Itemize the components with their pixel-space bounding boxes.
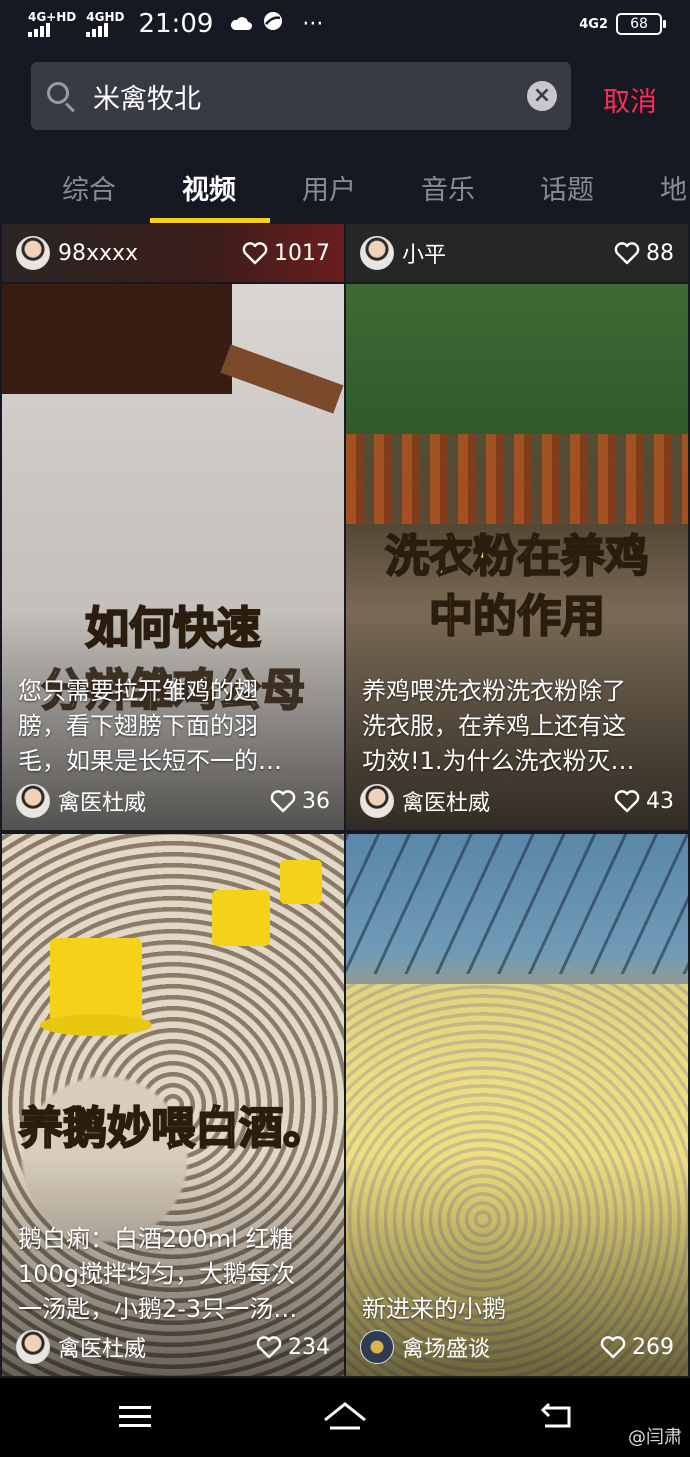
watermark: @闫肃 <box>628 1427 682 1448</box>
heart-icon <box>600 1336 626 1359</box>
search-box[interactable]: 米禽牧北 × <box>31 62 571 130</box>
clear-search-icon[interactable]: × <box>527 81 557 111</box>
signal-sim2-icon: 4GHD <box>86 11 124 37</box>
heart-icon <box>614 242 640 265</box>
home-icon[interactable] <box>320 1396 370 1438</box>
video-card[interactable]: 新进来的小鹅 禽场盛谈 269 <box>346 834 688 1376</box>
author-name[interactable]: 98xxxx <box>58 241 138 266</box>
video-description: 鹅白痢：白酒200ml 红糖 100g搅拌均匀，大鹅每次 一汤匙，小鹅2-3只一… <box>18 1225 298 1323</box>
heart-icon <box>614 790 640 813</box>
heart-icon <box>256 1336 282 1359</box>
avatar[interactable] <box>16 784 50 818</box>
author-name[interactable]: 禽场盛谈 <box>402 1331 490 1363</box>
menu-icon[interactable] <box>110 1396 160 1438</box>
like-count-value: 234 <box>288 1334 330 1360</box>
author-name[interactable]: 禽医杜威 <box>402 785 490 817</box>
search-tabs: 综合 视频 用户 音乐 话题 地 <box>0 152 690 224</box>
cloud-icon <box>231 17 253 30</box>
notification-icons <box>229 10 284 38</box>
signal-sim1-icon: 4G+HD <box>28 11 76 37</box>
like-count-value: 88 <box>646 240 674 266</box>
browser-icon <box>264 12 283 30</box>
author-name[interactable]: 小平 <box>402 237 446 269</box>
tab-music[interactable]: 音乐 <box>421 168 475 207</box>
tab-video[interactable]: 视频 <box>182 168 236 207</box>
battery-level: 68 <box>630 16 648 32</box>
like-count: 36 <box>270 789 330 814</box>
sim2-network-icon: 4G2 <box>579 16 608 32</box>
status-bar: 4G+HD 4GHD 21:09 ··· 4G2 68 <box>0 0 690 48</box>
back-icon[interactable] <box>530 1396 580 1438</box>
video-card-top-left[interactable]: 98xxxx 1017 <box>2 224 344 282</box>
like-count-value: 36 <box>302 788 330 814</box>
tab-general[interactable]: 综合 <box>62 168 116 207</box>
video-overlay-title: 养鹅妙喂白酒。 <box>18 1102 328 1155</box>
video-card[interactable]: 如何快速 分辨雏鸡公母 您只需要拉开雏鸡的翅 膀，看下翅膀下面的羽 毛，如果是长… <box>2 284 344 830</box>
like-count: 88 <box>614 241 674 266</box>
like-count-value: 43 <box>646 788 674 814</box>
avatar[interactable] <box>360 236 394 270</box>
card-footer: 禽医杜威 43 <box>360 782 674 820</box>
tab-location[interactable]: 地 <box>660 168 687 207</box>
network-type-1: 4G+HD <box>28 10 77 24</box>
card-footer: 禽医杜威 234 <box>16 1328 330 1366</box>
video-overlay-title: 洗衣粉在养鸡 <box>384 530 650 583</box>
video-overlay-title: 如何快速 <box>84 602 262 655</box>
tab-users[interactable]: 用户 <box>302 168 356 207</box>
tab-topics[interactable]: 话题 <box>540 168 594 207</box>
battery-icon: 68 <box>616 13 666 35</box>
status-time: 21:09 <box>138 9 214 39</box>
video-description: 新进来的小鹅 <box>362 1295 506 1323</box>
video-card[interactable]: 洗衣粉在养鸡 中的作用 养鸡喂洗衣粉洗衣粉除了 洗衣服，在养鸡上还有这 功效!1… <box>346 284 688 830</box>
system-nav-bar: @闫肃 <box>0 1378 690 1457</box>
like-count: 43 <box>614 789 674 814</box>
avatar[interactable] <box>360 784 394 818</box>
like-count: 234 <box>256 1335 330 1360</box>
heart-icon <box>242 242 268 265</box>
avatar[interactable] <box>16 1330 50 1364</box>
video-card[interactable]: 养鹅妙喂白酒。 鹅白痢：白酒200ml 红糖 100g搅拌均匀，大鹅每次 一汤匙… <box>2 834 344 1376</box>
author-name[interactable]: 禽医杜威 <box>58 785 146 817</box>
avatar[interactable] <box>360 1330 394 1364</box>
author-name[interactable]: 禽医杜威 <box>58 1331 146 1363</box>
network-type-2: 4GHD <box>86 10 125 24</box>
like-count: 1017 <box>242 241 330 266</box>
video-description: 您只需要拉开雏鸡的翅 膀，看下翅膀下面的羽 毛，如果是长短不一的… <box>18 677 282 775</box>
heart-icon <box>270 790 296 813</box>
tab-indicator <box>150 218 270 223</box>
more-status-icon: ··· <box>302 11 324 37</box>
cancel-button[interactable]: 取消 <box>603 80 657 119</box>
search-input[interactable]: 米禽牧北 <box>93 77 527 116</box>
like-count-value: 269 <box>632 1334 674 1360</box>
card-footer: 禽场盛谈 269 <box>360 1328 674 1366</box>
search-icon <box>45 80 77 113</box>
video-description: 养鸡喂洗衣粉洗衣粉除了 洗衣服，在养鸡上还有这 功效!1.为什么洗衣粉灭… <box>362 677 635 775</box>
video-card-top-right[interactable]: 小平 88 <box>346 224 688 282</box>
card-footer: 禽医杜威 36 <box>16 782 330 820</box>
like-count-value: 1017 <box>274 240 330 266</box>
video-overlay-subtitle: 中的作用 <box>428 590 606 643</box>
like-count: 269 <box>600 1335 674 1360</box>
avatar[interactable] <box>16 236 50 270</box>
